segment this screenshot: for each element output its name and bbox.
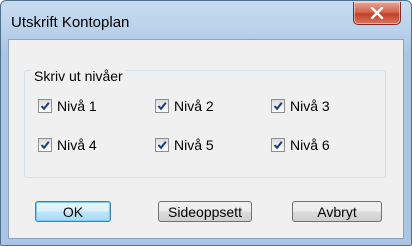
checkbox-niva-5[interactable]: Nivå 5 bbox=[155, 137, 214, 153]
close-button[interactable] bbox=[353, 2, 401, 25]
page-setup-button[interactable]: Sideoppsett bbox=[158, 201, 252, 222]
groupbox-legend: Skriv ut nivåer bbox=[31, 69, 126, 83]
checkbox-box[interactable] bbox=[271, 138, 285, 152]
checkmark-icon bbox=[157, 141, 167, 150]
dialog-window: Utskrift Kontoplan Skriv ut nivåer Nivå … bbox=[0, 0, 412, 246]
checkbox-label: Nivå 3 bbox=[290, 98, 330, 114]
checkbox-label: Nivå 1 bbox=[57, 98, 97, 114]
checkbox-niva-2[interactable]: Nivå 2 bbox=[155, 98, 214, 114]
checkmark-icon bbox=[40, 102, 50, 111]
checkbox-label: Nivå 2 bbox=[174, 98, 214, 114]
ok-button[interactable]: OK bbox=[35, 201, 111, 222]
window-title: Utskrift Kontoplan bbox=[11, 14, 130, 31]
checkbox-box[interactable] bbox=[38, 99, 52, 113]
checkbox-label: Nivå 6 bbox=[290, 137, 330, 153]
checkbox-box[interactable] bbox=[155, 99, 169, 113]
checkbox-label: Nivå 5 bbox=[174, 137, 214, 153]
close-x-icon bbox=[370, 7, 384, 19]
checkmark-icon bbox=[273, 141, 283, 150]
checkbox-niva-4[interactable]: Nivå 4 bbox=[38, 137, 97, 153]
checkmark-icon bbox=[157, 102, 167, 111]
cancel-button[interactable]: Avbryt bbox=[292, 201, 382, 222]
dialog-content: Skriv ut nivåer Nivå 1 Nivå 2 Nivå 3 Niv… bbox=[8, 39, 404, 239]
title-bar[interactable]: Utskrift Kontoplan bbox=[1, 1, 411, 39]
checkbox-box[interactable] bbox=[38, 138, 52, 152]
checkbox-label: Nivå 4 bbox=[57, 137, 97, 153]
checkbox-niva-6[interactable]: Nivå 6 bbox=[271, 137, 330, 153]
checkbox-box[interactable] bbox=[271, 99, 285, 113]
checkmark-icon bbox=[40, 141, 50, 150]
checkbox-niva-1[interactable]: Nivå 1 bbox=[38, 98, 97, 114]
checkbox-box[interactable] bbox=[155, 138, 169, 152]
levels-groupbox bbox=[24, 70, 386, 178]
checkmark-icon bbox=[273, 102, 283, 111]
checkbox-niva-3[interactable]: Nivå 3 bbox=[271, 98, 330, 114]
